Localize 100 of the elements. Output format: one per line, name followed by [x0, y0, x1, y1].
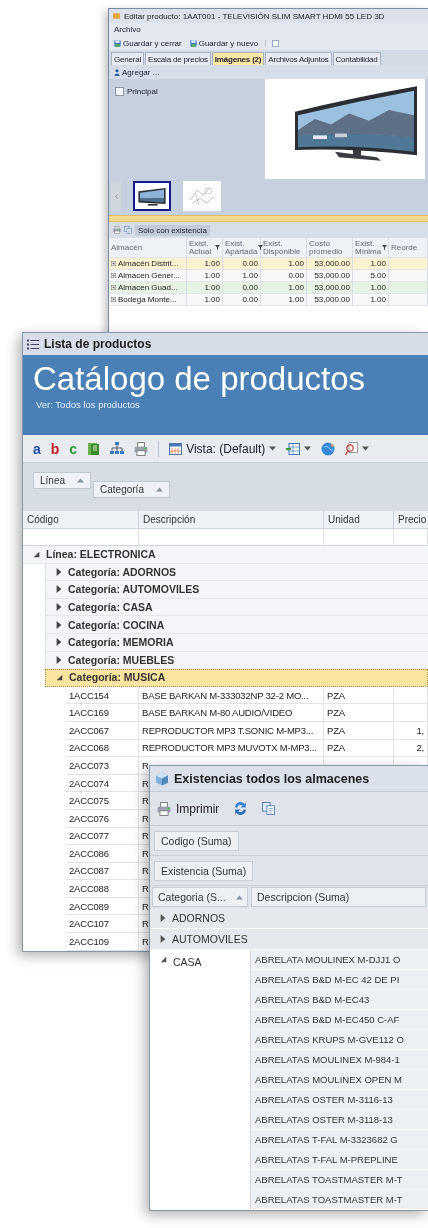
thumbnail[interactable] [183, 181, 221, 211]
sort-ascending-icon [155, 487, 163, 492]
group-label: Categoría: MEMORIA [68, 636, 174, 649]
group-label: Línea: ELECTRONICA [46, 548, 156, 561]
chevron-left-icon [114, 193, 118, 199]
tab[interactable]: Imágenes (2) [211, 52, 265, 65]
save-icon[interactable] [114, 39, 121, 47]
save-icon[interactable] [189, 39, 197, 47]
filter-icon [258, 245, 264, 250]
group-row[interactable]: Categoría: AUTOMOVILES [45, 581, 428, 599]
caret-down-icon[interactable] [56, 673, 63, 681]
expand-icon[interactable] [111, 273, 116, 278]
table-cell: 1ACC169 [66, 704, 139, 722]
group-label: Categoría: MUEBLES [68, 653, 175, 666]
table-cell: ABRELATAS B&D M-EC450 C-AF [250, 1010, 428, 1030]
group-row[interactable]: Línea: ELECTRONICA [23, 546, 428, 564]
table-cell: ABRELATAS T-FAL M-PREPLINE [250, 1150, 428, 1170]
table-cell: 2ACC076 [66, 809, 139, 828]
table-cell: 1.00 [353, 294, 389, 306]
table-cell: 53,000.00 [307, 294, 353, 306]
table-cell: PZA [324, 721, 394, 740]
table-cell: PZA [324, 704, 394, 722]
column-header[interactable]: Unidad [324, 511, 394, 529]
copy-icon[interactable] [262, 802, 276, 815]
caret-right-icon[interactable] [56, 655, 62, 664]
column-header[interactable]: Descripción [139, 511, 324, 529]
group-chip[interactable]: Categoría [93, 481, 170, 498]
caret-down-icon[interactable] [33, 550, 40, 558]
page-heading: Catálogo de productos [33, 359, 366, 399]
caret-right-icon[interactable] [56, 620, 62, 629]
field-button[interactable]: Existencia (Suma) [154, 860, 254, 881]
book-icon[interactable] [87, 441, 101, 456]
thumbnail[interactable] [133, 181, 171, 211]
tab[interactable]: Contabilidad [332, 52, 381, 65]
table-row[interactable]: Almacen Gener... 1.00 1.00 0.00 53,000.00 5.00 [109, 270, 428, 282]
print-icon[interactable] [113, 226, 121, 234]
table-cell: BASE BARKAN M-80 AUDIO/VIDEO [139, 704, 324, 722]
group-chip[interactable]: Línea [33, 472, 92, 489]
table-row[interactable]: Bodega Monte... 1.00 0.00 1.00 53,000.00 1.00 [109, 294, 428, 306]
column-header[interactable]: Categoria (S... [152, 887, 248, 907]
letter-button[interactable]: b [50, 440, 60, 457]
hierarchy-icon[interactable] [110, 442, 125, 455]
table-cell: 1.00 [187, 294, 223, 306]
caret-right-icon[interactable] [56, 638, 62, 647]
table-cell: 2ACC075 [66, 792, 139, 810]
column-header[interactable]: Descripcion (Suma) [251, 887, 426, 907]
caret-down-icon[interactable] [160, 956, 167, 963]
menu-item[interactable]: Archivo [113, 25, 142, 34]
group-row[interactable]: Categoría: COCINA [45, 616, 428, 634]
toggle-button[interactable]: Sólo con existencia [135, 224, 210, 236]
table-row[interactable]: Almacén Distrit... 1.00 0.00 1.00 53,000.00 1.00 [109, 258, 428, 270]
view-dropdown[interactable]: Vista: (Default) [169, 441, 277, 456]
expand-icon[interactable] [111, 285, 116, 290]
table-cell: ABRELATAS T-FAL M-3323682 G [250, 1130, 428, 1150]
add-button[interactable]: Agregar ... [113, 67, 161, 77]
toolbar-button[interactable]: Guardar y cerrar [113, 38, 183, 48]
document-icon[interactable] [272, 39, 280, 47]
caret-right-icon[interactable] [56, 567, 62, 576]
table-cell: ABRELATAS OSTER M-3118-13 [250, 1110, 428, 1130]
caret-right-icon[interactable] [56, 585, 62, 594]
group-row[interactable]: ADORNOS [150, 908, 428, 929]
expand-icon[interactable] [111, 297, 116, 302]
group-row[interactable]: AUTOMOVILES [150, 929, 428, 950]
table-cell: 0.00 [223, 294, 261, 306]
group-row[interactable]: Categoría: MUSICA [45, 669, 428, 687]
export-button[interactable] [286, 442, 312, 455]
table-row[interactable]: Almacen Guad... 1.00 0.00 1.00 53,000.00 1.00 [109, 282, 428, 294]
tab[interactable]: Archivos Adjuntos [265, 52, 332, 65]
globe-icon[interactable] [321, 441, 336, 456]
tab[interactable]: General [111, 52, 145, 65]
group-label: Categoría: COCINA [68, 618, 165, 631]
search-button[interactable] [345, 441, 370, 456]
table-cell: ABRELATAS MOULINEX OPEN M [250, 1070, 428, 1090]
table-cell: REPRODUCTOR MP3 T.SONIC M-MP3... [139, 721, 324, 740]
group-label: CASA [173, 956, 202, 968]
caret-right-icon[interactable] [160, 935, 166, 943]
print-icon[interactable] [134, 441, 149, 456]
table-export-icon [286, 442, 301, 455]
toolbar-button[interactable]: Guardar y nuevo [188, 38, 260, 48]
copy-icon[interactable] [124, 226, 132, 234]
table-cell: ABRELATAS OSTER M-3116-13 [250, 1090, 428, 1110]
principal-checkbox[interactable]: Principal [115, 87, 158, 96]
table-cell: 2ACC086 [66, 845, 139, 863]
caret-right-icon[interactable] [160, 914, 166, 922]
sort-ascending-icon [77, 478, 85, 483]
tab[interactable]: Escala de precios [145, 52, 211, 65]
letter-button[interactable]: a [33, 440, 41, 457]
page-subheading: Ver: Todos los productos [36, 399, 140, 410]
table-cell: 1.00 [261, 294, 307, 306]
group-label: AUTOMOVILES [172, 933, 248, 945]
refresh-icon[interactable] [233, 801, 249, 816]
calendar-icon [169, 442, 183, 455]
field-button[interactable]: Codigo (Suma) [154, 830, 239, 851]
caret-right-icon[interactable] [56, 603, 62, 612]
column-header[interactable]: Código [23, 511, 139, 529]
table-cell: ABRELATA MOULINEX M-DJJ1 O [250, 950, 428, 970]
expand-icon[interactable] [111, 261, 116, 266]
column-header[interactable]: Precio [394, 511, 428, 529]
caret-down-icon [362, 446, 370, 451]
table-cell: ABRELATAS TOASTMASTER M-T [250, 1170, 428, 1190]
